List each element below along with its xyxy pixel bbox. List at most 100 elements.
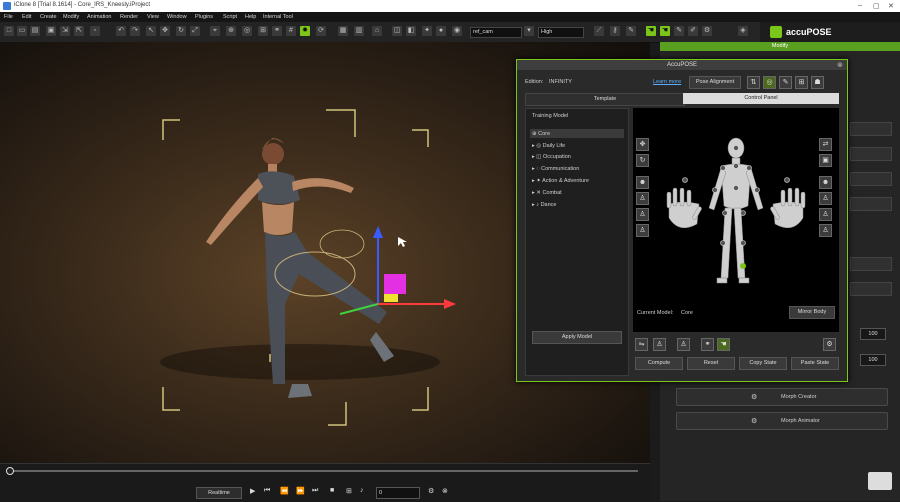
preview-icon[interactable]: ▫: [90, 26, 100, 36]
model-combat[interactable]: ▸ ✕ Combat: [532, 190, 562, 196]
hand-icon[interactable]: ☚: [717, 338, 730, 351]
close-icon[interactable]: ✕: [888, 2, 894, 10]
sun-icon[interactable]: ✹: [300, 26, 310, 36]
pen-icon[interactable]: ✎: [779, 76, 792, 89]
solid-icon[interactable]: ●: [436, 26, 446, 36]
model-core[interactable]: ⊕ Core: [532, 131, 550, 137]
camera-icon[interactable]: ◉: [452, 26, 462, 36]
light-icon[interactable]: ✦: [422, 26, 432, 36]
gizmo-icon[interactable]: ⚙: [702, 26, 712, 36]
grid-icon[interactable]: #: [286, 26, 296, 36]
menu-render[interactable]: Render: [120, 14, 138, 20]
morph-creator-button[interactable]: ⚙ Morph Creator: [676, 388, 888, 406]
menu-plugins[interactable]: Plugins: [195, 14, 213, 20]
realtime-button[interactable]: Realtime: [196, 487, 242, 499]
pose-icon[interactable]: ☚: [660, 26, 670, 36]
reset-button[interactable]: Reset: [687, 357, 735, 370]
loop-icon[interactable]: ⊞: [346, 487, 352, 495]
export-icon[interactable]: ⇲: [60, 26, 70, 36]
timeline-track[interactable]: [6, 470, 638, 472]
wire-icon[interactable]: ◫: [392, 26, 402, 36]
menu-window[interactable]: Window: [167, 14, 187, 20]
person-icon[interactable]: ♙: [677, 338, 690, 351]
menu-modify[interactable]: Modify: [63, 14, 79, 20]
paste-state-button[interactable]: Paste State: [791, 357, 839, 370]
view-icon[interactable]: ▦: [338, 26, 348, 36]
menu-file[interactable]: File: [4, 14, 13, 20]
maximize-icon[interactable]: ▢: [873, 2, 880, 10]
model-dance[interactable]: ▸ ♪ Dance: [532, 202, 556, 208]
curve-icon[interactable]: ⟋: [594, 26, 604, 36]
next-icon[interactable]: ⏩: [296, 487, 305, 495]
diamond-icon[interactable]: ◈: [738, 26, 748, 36]
menu-animation[interactable]: Animation: [87, 14, 111, 20]
pose-alignment-button[interactable]: Pose Alignment: [689, 76, 741, 89]
snap-icon[interactable]: ⊕: [226, 26, 236, 36]
menu-internal-tool[interactable]: Internal Tool: [263, 14, 293, 20]
new-icon[interactable]: □: [4, 26, 14, 36]
shaded-icon[interactable]: ◧: [406, 26, 416, 36]
spin-box-1[interactable]: 100: [860, 328, 886, 340]
panel-field-3[interactable]: [850, 172, 892, 186]
frame-input[interactable]: 0: [376, 487, 420, 499]
mirror-body-button[interactable]: Mirror Body: [789, 306, 835, 319]
redo-icon[interactable]: ↷: [130, 26, 140, 36]
copy-state-button[interactable]: Copy State: [739, 357, 787, 370]
timeline-playhead[interactable]: [6, 467, 14, 475]
model-action-adventure[interactable]: ▸ ✦ Action & Adventure: [532, 178, 589, 184]
select-icon[interactable]: ↖: [146, 26, 156, 36]
menu-view[interactable]: View: [147, 14, 159, 20]
settings-icon[interactable]: ⚙: [823, 338, 836, 351]
tab-template[interactable]: Template: [525, 93, 685, 106]
pivot-icon[interactable]: ◎: [242, 26, 252, 36]
link-icon[interactable]: ⚭: [701, 338, 714, 351]
arrows-icon[interactable]: ⇅: [747, 76, 760, 89]
menu-create[interactable]: Create: [40, 14, 57, 20]
brush-icon[interactable]: ✎: [674, 26, 684, 36]
menu-help[interactable]: Help: [245, 14, 256, 20]
apply-model-button[interactable]: Apply Model: [532, 331, 622, 344]
model-occupation[interactable]: ▸ ◫ Occupation: [532, 154, 571, 160]
camera-settings-icon[interactable]: ▾: [524, 26, 534, 36]
stop-icon[interactable]: ■: [330, 487, 334, 494]
panel-field-1[interactable]: [850, 122, 892, 136]
save-icon[interactable]: ▣: [46, 26, 56, 36]
minimize-icon[interactable]: –: [858, 2, 862, 9]
figure-icon[interactable]: ☗: [811, 76, 824, 89]
layout-icon[interactable]: ▥: [354, 26, 364, 36]
compute-button[interactable]: Compute: [635, 357, 683, 370]
copy-pose-icon[interactable]: ⇋: [635, 338, 648, 351]
quality-select[interactable]: High: [538, 27, 584, 38]
last-frame-icon[interactable]: ⏭: [312, 487, 318, 495]
undo-icon[interactable]: ↶: [116, 26, 126, 36]
sound-icon[interactable]: ♪: [360, 487, 364, 494]
control-panel-canvas[interactable]: ✥ ↻ ☻ ♙ ♙ ♙ ⇄ ▣ ☻ ♙ ♙ ♙ Current Model: C…: [633, 108, 839, 332]
menu-edit[interactable]: Edit: [22, 14, 31, 20]
rotate-icon[interactable]: ↻: [176, 26, 186, 36]
folder-icon[interactable]: ▤: [30, 26, 40, 36]
align-icon[interactable]: ⊞: [258, 26, 268, 36]
close-icon[interactable]: ⊗: [837, 61, 843, 69]
tab-control-panel[interactable]: Control Panel: [683, 93, 839, 104]
import-icon[interactable]: ⇱: [74, 26, 84, 36]
spin-box-2[interactable]: 100: [860, 354, 886, 366]
open-icon[interactable]: ▭: [17, 26, 27, 36]
play-icon[interactable]: ▶: [250, 487, 255, 495]
scale-icon[interactable]: ⤢: [190, 26, 200, 36]
panel-field-6[interactable]: [850, 282, 892, 296]
model-communication[interactable]: ▸ ◌ Communication: [532, 166, 579, 172]
move-icon[interactable]: ✥: [160, 26, 170, 36]
grid-icon[interactable]: ⊞: [795, 76, 808, 89]
panel-field-4[interactable]: [850, 197, 892, 211]
home-icon[interactable]: ⌂: [372, 26, 382, 36]
edit-icon[interactable]: ✎: [626, 26, 636, 36]
link-icon[interactable]: ⚭: [272, 26, 282, 36]
hand-select-icon[interactable]: ☚: [646, 26, 656, 36]
model-daily-life[interactable]: ▸ ◎ Daily Life: [532, 143, 565, 149]
menu-script[interactable]: Script: [223, 14, 237, 20]
timeline-close-icon[interactable]: ⊗: [442, 487, 448, 495]
refresh-icon[interactable]: ⟳: [316, 26, 326, 36]
local-axis-icon[interactable]: ⌖: [210, 26, 220, 36]
previous-icon[interactable]: ⏪: [280, 487, 289, 495]
panel-field-5[interactable]: [850, 257, 892, 271]
